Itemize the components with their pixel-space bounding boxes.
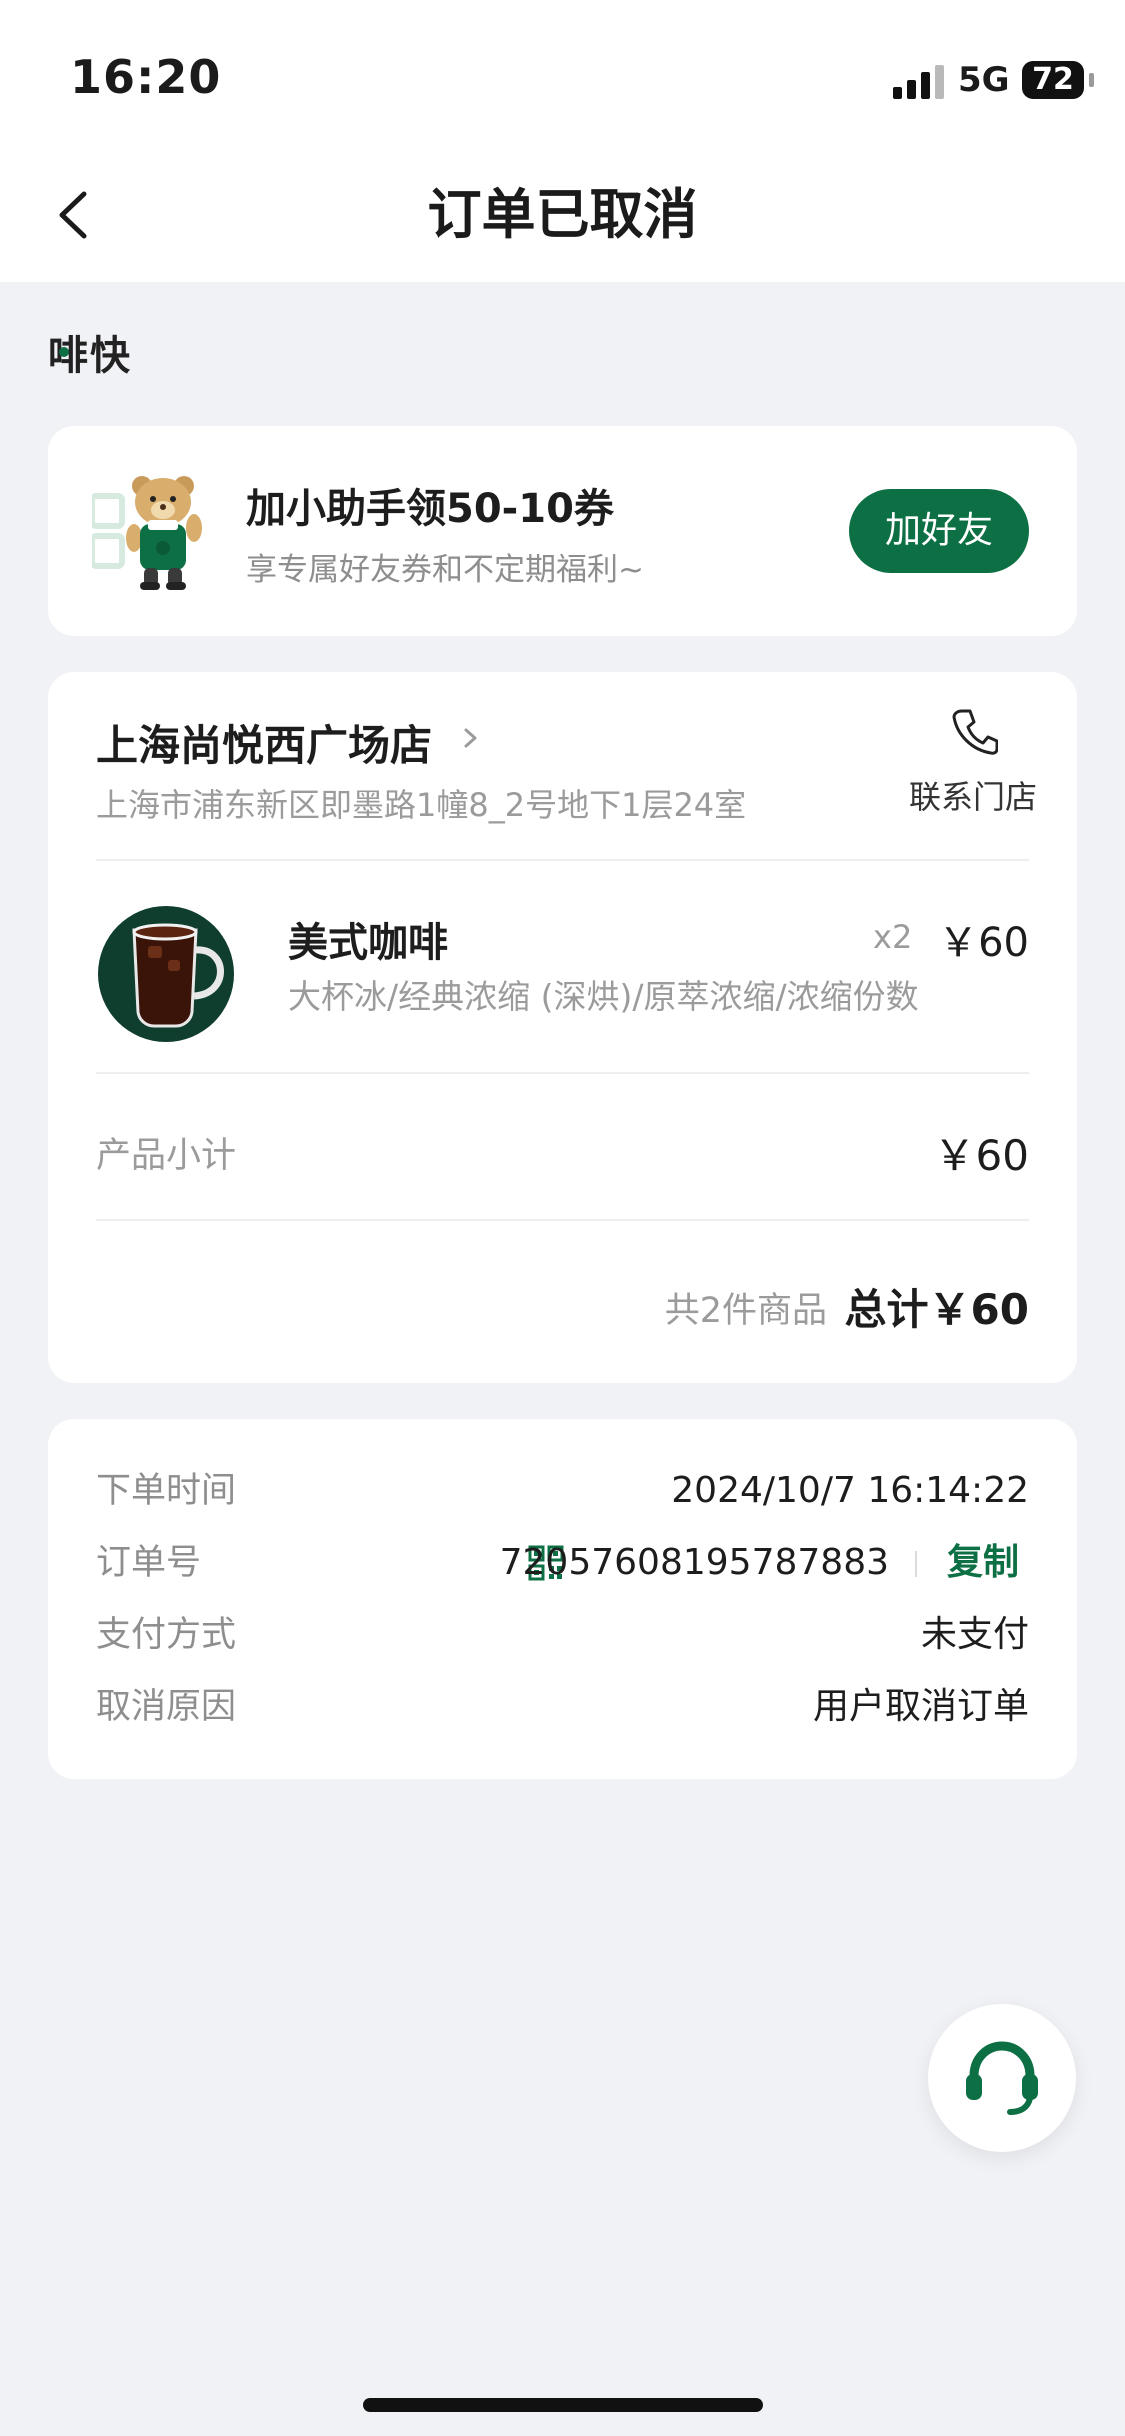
- store-name[interactable]: 上海尚悦西广场店: [96, 712, 432, 773]
- order-total: 总计￥60: [844, 1285, 1029, 1334]
- nav-bar: 订单已取消: [0, 150, 1125, 282]
- payment-row: 支付方式 未支付: [96, 1607, 1029, 1663]
- promo-title: 加小助手领50-10券: [246, 486, 614, 532]
- subtotal-value: ￥60: [933, 1131, 1029, 1180]
- page-title: 订单已取消: [427, 183, 698, 246]
- status-bar: 16:20 5G 72: [0, 0, 1125, 150]
- order-time-row: 下单时间 2024/10/7 16:14:22: [96, 1463, 1029, 1519]
- payment-label: 支付方式: [96, 1615, 237, 1655]
- order-number-value: 72057608195787883: [499, 1542, 889, 1583]
- item-price: ￥60: [938, 920, 1029, 966]
- subtotal-label: 产品小计: [96, 1136, 237, 1176]
- item-options: 大杯冰/经典浓缩 (深烘)/原萃浓缩/浓缩份数: [288, 977, 919, 1016]
- phone-icon: [952, 709, 998, 755]
- contact-store-button[interactable]: 联系门店: [888, 706, 1058, 816]
- customer-service-button[interactable]: [928, 2004, 1076, 2152]
- cancel-reason-label: 取消原因: [96, 1687, 237, 1727]
- status-time: 16:20: [70, 50, 222, 104]
- copy-button[interactable]: 复制: [947, 1535, 1019, 1591]
- headset-icon: [966, 2041, 1038, 2115]
- home-indicator: [363, 2398, 763, 2412]
- divider: [96, 859, 1029, 861]
- signal-icon: [893, 63, 945, 99]
- item-count: 共2件商品: [664, 1291, 827, 1331]
- order-time-label: 下单时间: [96, 1471, 237, 1511]
- separator: [915, 1551, 917, 1577]
- product-image: [98, 906, 234, 1042]
- contact-store-label: 联系门店: [908, 778, 1037, 816]
- order-info-card: 下单时间 2024/10/7 16:14:22 订单号 720576081957…: [48, 1419, 1077, 1779]
- promo-card: 加小助手领50-10券 享专属好友券和不定期福利~ 加好友: [48, 426, 1077, 636]
- order-number-label: 订单号: [96, 1543, 202, 1583]
- promo-subtitle: 享专属好友券和不定期福利~: [246, 552, 644, 588]
- battery-icon: 72: [1022, 61, 1084, 99]
- item-name: 美式咖啡: [288, 920, 448, 966]
- order-number-row: 订单号 72057608195787883 复制: [96, 1535, 1029, 1591]
- network-type: 5G: [958, 60, 1010, 100]
- brand-dot: [59, 347, 69, 357]
- brand-logo: 啡快: [48, 328, 132, 379]
- order-card: 上海尚悦西广场店 上海市浦东新区即墨路1幢8_2号地下1层24室 联系门店 美式…: [48, 672, 1077, 1383]
- order-time-value: 2024/10/7 16:14:22: [671, 1470, 1029, 1511]
- cancel-reason-value: 用户取消订单: [812, 1686, 1029, 1727]
- battery-cap: [1089, 73, 1094, 87]
- add-friend-button[interactable]: 加好友: [849, 489, 1029, 573]
- back-button[interactable]: [40, 180, 110, 250]
- divider: [96, 1219, 1029, 1221]
- chevron-right-icon[interactable]: [458, 718, 484, 758]
- item-quantity: x2: [873, 918, 913, 956]
- divider: [96, 1072, 1029, 1074]
- chevron-left-icon: [59, 191, 87, 239]
- payment-value: 未支付: [920, 1614, 1029, 1655]
- store-address: 上海市浦东新区即墨路1幢8_2号地下1层24室: [96, 786, 747, 824]
- bear-mascot-icon: [92, 476, 202, 590]
- cancel-reason-row: 取消原因 用户取消订单: [96, 1679, 1029, 1735]
